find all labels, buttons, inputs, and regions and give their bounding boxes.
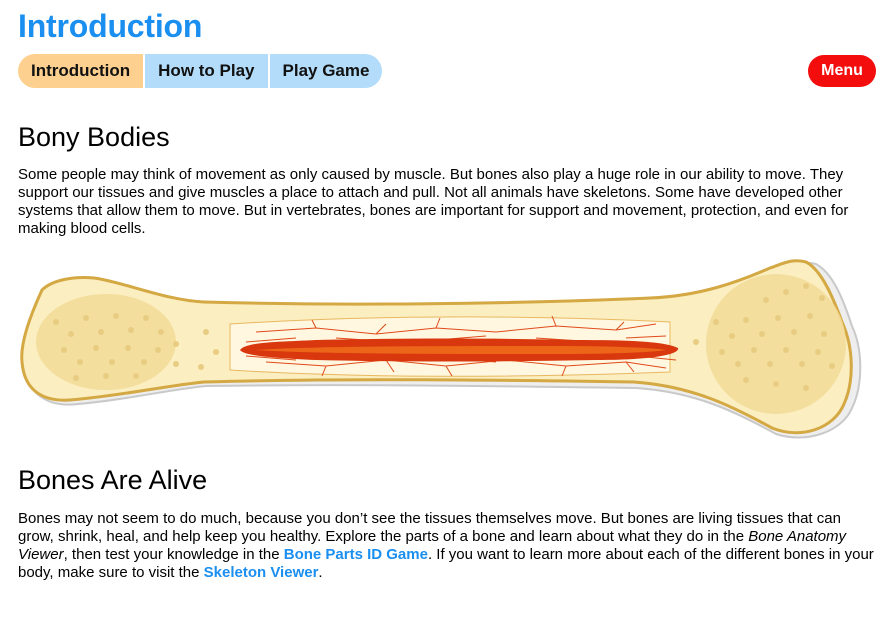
section-text-bony-bodies: Some people may think of movement as onl… (18, 166, 849, 237)
page-title: Introduction (18, 8, 203, 44)
tab-how-to-play[interactable]: How to Play (145, 54, 268, 88)
paragraph-text: , then test your knowledge in the (63, 546, 284, 563)
tab-play-game[interactable]: Play Game (269, 54, 383, 88)
menu-button[interactable]: Menu (808, 55, 876, 87)
section-heading-bony-bodies: Bony Bodies (18, 122, 170, 152)
tab-bar: Introduction How to Play Play Game (18, 54, 383, 88)
skeleton-viewer-link[interactable]: Skeleton Viewer (204, 564, 319, 581)
tab-introduction[interactable]: Introduction (18, 54, 144, 88)
section-heading-bones-are-alive: Bones Are Alive (18, 465, 208, 495)
long-bone-illustration (20, 259, 862, 439)
paragraph-text: . (318, 564, 323, 581)
paragraph-text: Bones may not seem to do much, because y… (18, 510, 841, 545)
bone-parts-id-game-link[interactable]: Bone Parts ID Game (284, 546, 428, 563)
section-text-bones-are-alive: Bones may not seem to do much, because y… (18, 510, 878, 582)
